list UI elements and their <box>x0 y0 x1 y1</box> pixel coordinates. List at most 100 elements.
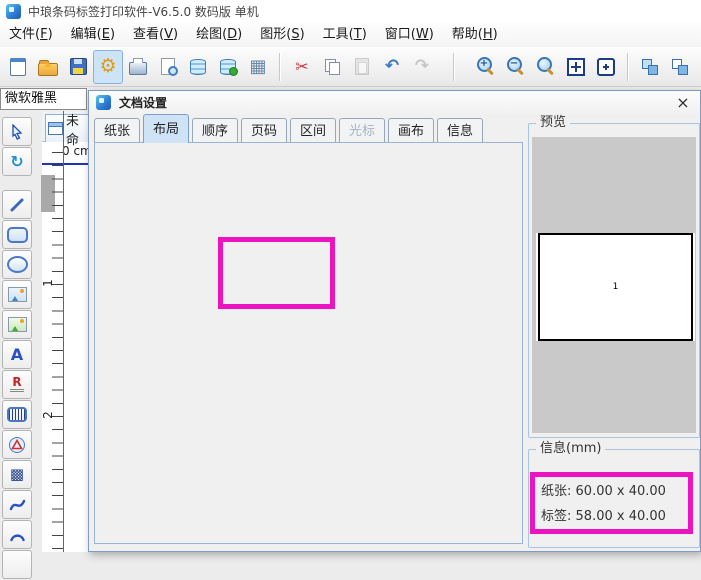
application-window: 中琅条码标签打印软件-V6.5.0 数码版 单机 文件(F) 编辑(E) 查看(… <box>0 0 701 579</box>
gear-icon: ⚙ <box>99 55 117 77</box>
document-tab-strip: 未命 <box>42 111 89 148</box>
menu-draw[interactable]: 绘图(D) <box>187 22 251 47</box>
tab-paper[interactable]: 纸张 <box>94 118 140 143</box>
fit-page-icon <box>567 57 585 76</box>
menu-edit[interactable]: 编辑(E) <box>62 22 124 47</box>
rich-text-icon: R <box>10 376 24 392</box>
open-icon <box>38 59 58 76</box>
menu-window[interactable]: 窗口(W) <box>376 22 443 47</box>
fit-page-button[interactable] <box>561 50 591 84</box>
rotate-tool-button[interactable]: ↻ <box>2 147 32 176</box>
fit-window-icon <box>597 57 615 76</box>
zoom-out-button[interactable]: − <box>501 50 531 84</box>
dialog-title-bar: 文档设置 <box>89 91 700 114</box>
grid-icon: ▦ <box>249 55 267 77</box>
document-setup-button[interactable]: ⚙ <box>93 49 123 84</box>
qrcode-icon: ▩ <box>9 465 25 483</box>
menu-file[interactable]: 文件(F) <box>0 22 62 47</box>
document-area: 未命 0 cm 1 2 <box>41 111 92 552</box>
ruler-zero-line <box>42 163 88 165</box>
print-preview-icon <box>161 58 178 76</box>
curve-icon <box>9 499 25 510</box>
curve-tool-button[interactable] <box>2 490 32 519</box>
line-tool-button[interactable] <box>2 190 32 219</box>
preview-page-number: 1 <box>612 282 619 292</box>
grid-button[interactable]: ▦ <box>243 50 273 84</box>
save-button[interactable] <box>63 50 93 84</box>
zoom-button[interactable] <box>531 50 561 84</box>
menu-tools[interactable]: 工具(T) <box>314 22 376 47</box>
vertical-ruler <box>52 152 63 552</box>
document-icon <box>48 122 63 135</box>
dialog-title: 文档设置 <box>119 96 168 110</box>
copy-button[interactable] <box>317 50 347 84</box>
menu-help[interactable]: 帮助(H) <box>443 22 507 47</box>
shape-tool-button[interactable] <box>2 430 32 459</box>
database-button[interactable] <box>183 50 213 84</box>
redo-icon: ↷ <box>414 56 430 76</box>
group-button[interactable] <box>635 50 665 84</box>
menu-shapes[interactable]: 图形(S) <box>251 22 313 47</box>
menu-view[interactable]: 查看(V) <box>124 22 187 47</box>
document-tab[interactable]: 未命 <box>45 114 89 148</box>
tab-canvas[interactable]: 画布 <box>388 118 434 143</box>
palette-spacer <box>2 177 34 190</box>
toolbar-separator <box>627 52 629 81</box>
tab-page-number[interactable]: 页码 <box>241 118 287 143</box>
dialog-tabs: 纸张 布局 顺序 页码 区间 光标 画布 信息 <box>94 114 486 143</box>
paper-size-label: 纸张: <box>541 484 572 499</box>
label-size-label: 标签: <box>541 509 572 524</box>
tab-cursor: 光标 <box>339 118 385 143</box>
preview-area: 1 <box>532 137 696 433</box>
tab-info[interactable]: 信息 <box>437 118 483 143</box>
database-connect-button[interactable] <box>213 50 243 84</box>
text-tool-button[interactable]: A <box>2 340 32 369</box>
label-size-value: 58.00 x 40.00 <box>575 509 666 524</box>
tab-range[interactable]: 区间 <box>290 118 336 143</box>
rotate-icon: ↻ <box>10 151 24 171</box>
save-icon <box>69 58 87 75</box>
main-toolbar: ⚙ ▦ ✂ ↶ ↷ + − <box>0 47 701 87</box>
open-button[interactable] <box>33 50 63 84</box>
preview-paper: 1 <box>536 233 695 341</box>
app-logo-icon <box>6 3 21 19</box>
database-connect-icon <box>220 58 238 76</box>
new-document-icon <box>10 57 26 76</box>
menu-bar: 文件(F) 编辑(E) 查看(V) 绘图(D) 图形(S) 工具(T) 窗口(W… <box>0 22 701 48</box>
rounded-rect-tool-button[interactable] <box>2 220 32 249</box>
tab-layout[interactable]: 布局 <box>143 114 189 143</box>
picture-tool-button[interactable] <box>2 310 32 339</box>
print-preview-button[interactable] <box>153 50 183 84</box>
qrcode-tool-button[interactable]: ▩ <box>2 460 32 489</box>
paste-button <box>347 50 377 84</box>
group-title: 预览 <box>536 115 571 131</box>
ellipse-tool-button[interactable] <box>2 250 32 279</box>
ungroup-icon <box>672 58 688 75</box>
tab-order[interactable]: 顺序 <box>192 118 238 143</box>
dialog-logo-icon <box>96 95 111 110</box>
print-button[interactable] <box>123 50 153 84</box>
arc-icon <box>9 534 25 542</box>
rich-text-tool-button[interactable]: R <box>2 370 32 399</box>
toolbar-separator <box>279 52 281 81</box>
text-icon: A <box>10 344 24 364</box>
combine-button <box>695 50 701 84</box>
image-tool-button[interactable] <box>2 280 32 309</box>
arc-tool-button[interactable] <box>2 520 32 549</box>
fit-window-button[interactable] <box>591 50 621 84</box>
new-document-button[interactable] <box>3 50 33 84</box>
barcode-tool-button[interactable] <box>2 400 32 429</box>
close-icon[interactable]: × <box>674 94 692 112</box>
ungroup-button[interactable] <box>665 50 695 84</box>
paste-icon <box>355 58 369 75</box>
tool-palette: ↻ A R ▩ <box>2 117 34 580</box>
print-icon <box>129 58 147 75</box>
undo-button[interactable]: ↶ <box>377 50 407 84</box>
rounded-rect-icon <box>6 226 28 243</box>
cut-button[interactable]: ✂ <box>287 50 317 84</box>
zoom-in-button[interactable]: + <box>471 50 501 84</box>
ellipse-icon <box>6 256 28 273</box>
tool-button-partial[interactable] <box>2 550 32 579</box>
font-selector[interactable]: 微软雅黑 <box>0 88 87 110</box>
select-tool-button[interactable] <box>2 117 32 146</box>
